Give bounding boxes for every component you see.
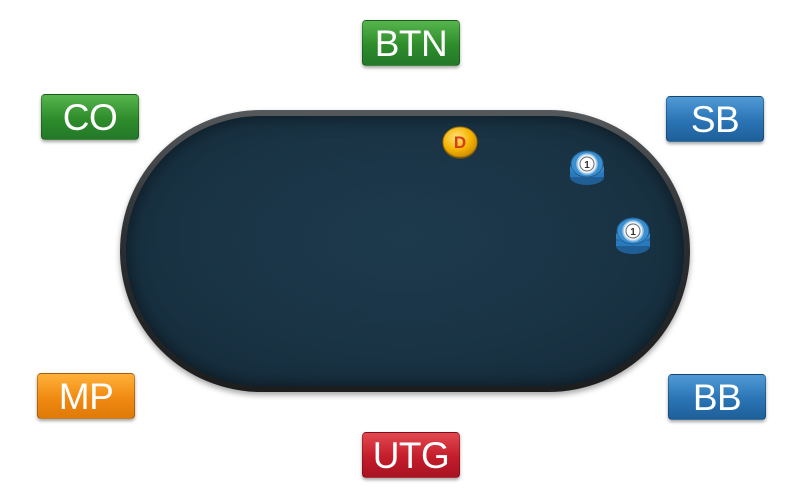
bb-chip-value: 1: [630, 227, 636, 238]
dealer-button-label: D: [454, 133, 466, 152]
position-badge-sb: SB: [666, 96, 764, 142]
sb-chip-value: 1: [584, 160, 590, 171]
sb-chip-stack-icon: 1: [570, 150, 604, 185]
position-badge-utg: UTG: [362, 432, 460, 478]
dealer-button-icon: D: [442, 126, 478, 159]
bb-chip-stack-icon: 1: [616, 217, 650, 254]
position-badge-mp: MP: [37, 373, 135, 419]
position-badge-btn: BTN: [362, 20, 460, 66]
position-badge-bb: BB: [668, 374, 766, 420]
position-badge-co: CO: [41, 94, 139, 140]
